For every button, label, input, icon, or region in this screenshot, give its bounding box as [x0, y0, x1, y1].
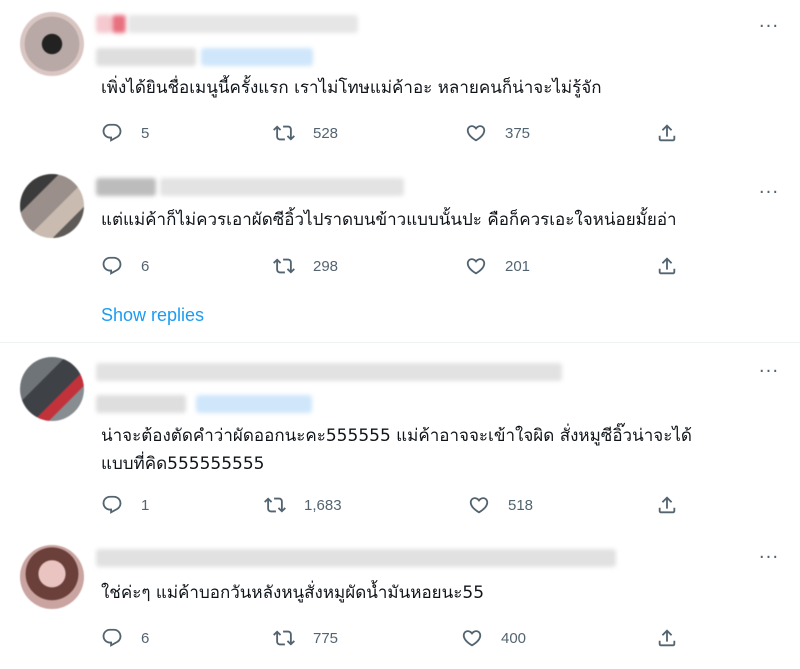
- retweet-icon: [273, 255, 295, 277]
- reply-count: 6: [141, 257, 150, 275]
- like-icon: [465, 255, 487, 277]
- tweet-actions: 6 775 400: [101, 625, 701, 651]
- retweet-button[interactable]: 1,683: [264, 492, 342, 518]
- like-count: 400: [501, 629, 527, 647]
- share-button[interactable]: [656, 253, 678, 279]
- tweet-text: แต่แม่ค้าก็ไม่ควรเอาผัดซีอิ้วไปราดบนข้าว…: [101, 210, 677, 230]
- share-icon: [656, 255, 678, 277]
- share-icon: [656, 122, 678, 144]
- tweet-actions: 1 1,683 518: [101, 492, 701, 518]
- reply-icon: [101, 255, 123, 277]
- like-button[interactable]: 518: [468, 492, 533, 518]
- reply-icon: [101, 494, 123, 516]
- retweet-count: 298: [313, 257, 339, 275]
- reply-button[interactable]: 1: [101, 492, 149, 518]
- like-button[interactable]: 201: [465, 253, 530, 279]
- retweet-button[interactable]: 298: [273, 253, 338, 279]
- tweet-text: น่าจะต้องตัดคำว่าผัดออกนะคะ555555 แม่ค้า…: [101, 426, 692, 474]
- tweet-text: เพิ่งได้ยินชื่อเมนูนี้ครั้งแรก เราไม่โทษ…: [101, 78, 602, 98]
- share-button[interactable]: [656, 492, 678, 518]
- like-count: 201: [505, 257, 531, 275]
- reply-count: 5: [141, 124, 150, 142]
- reply-button[interactable]: 6: [101, 625, 149, 651]
- tweet-actions: 6 298 201: [101, 253, 701, 279]
- retweet-icon: [273, 122, 295, 144]
- retweet-button[interactable]: 528: [273, 120, 338, 146]
- like-icon: [468, 494, 490, 516]
- reply-button[interactable]: 6: [101, 253, 149, 279]
- retweet-count: 775: [313, 629, 339, 647]
- like-button[interactable]: 400: [461, 625, 526, 651]
- reply-icon: [101, 122, 123, 144]
- tweet-text: ใช่ค่ะๆ แม่ค้าบอกวันหลังหนูสั่งหมูผัดน้ำ…: [101, 583, 485, 603]
- author-name[interactable]: [96, 178, 408, 196]
- more-options-icon[interactable]: ···: [756, 184, 782, 206]
- like-count: 375: [505, 124, 531, 142]
- share-button[interactable]: [656, 625, 678, 651]
- author-name[interactable]: [96, 15, 358, 33]
- retweet-count: 528: [313, 124, 339, 142]
- like-icon: [465, 122, 487, 144]
- reply-count: 6: [141, 629, 150, 647]
- reply-button[interactable]: 5: [101, 120, 149, 146]
- reply-tweet[interactable]: ··· น่าจะต้องตัดคำว่าผัดออกนะคะ555555 แม…: [0, 343, 800, 533]
- like-icon: [461, 627, 483, 649]
- tweet-actions: 5 528 375: [101, 120, 701, 146]
- retweet-count: 1,683: [304, 496, 342, 514]
- author-handle[interactable]: [96, 395, 316, 413]
- reply-tweet[interactable]: ··· ใช่ค่ะๆ แม่ค้าบอกวันหลังหนูสั่งหมูผั…: [0, 533, 800, 669]
- more-options-icon[interactable]: ···: [756, 549, 782, 571]
- like-button[interactable]: 375: [465, 120, 530, 146]
- avatar[interactable]: [20, 12, 84, 76]
- retweet-icon: [264, 494, 286, 516]
- reply-tweet[interactable]: ··· เพิ่งได้ยินชื่อเมนูนี้ครั้งแรก เราไม…: [0, 0, 800, 166]
- more-options-icon[interactable]: ···: [756, 363, 782, 385]
- more-options-icon[interactable]: ···: [756, 18, 782, 40]
- author-handle[interactable]: [96, 48, 316, 66]
- like-count: 518: [508, 496, 534, 514]
- share-button[interactable]: [656, 120, 678, 146]
- author-name[interactable]: [96, 363, 566, 381]
- reply-icon: [101, 627, 123, 649]
- share-icon: [656, 494, 678, 516]
- show-replies-link[interactable]: Show replies: [101, 305, 204, 326]
- reply-count: 1: [141, 496, 150, 514]
- retweet-button[interactable]: 775: [273, 625, 338, 651]
- avatar[interactable]: [20, 174, 84, 238]
- avatar[interactable]: [20, 357, 84, 421]
- share-icon: [656, 627, 678, 649]
- avatar[interactable]: [20, 545, 84, 609]
- retweet-icon: [273, 627, 295, 649]
- author-name[interactable]: [96, 549, 621, 567]
